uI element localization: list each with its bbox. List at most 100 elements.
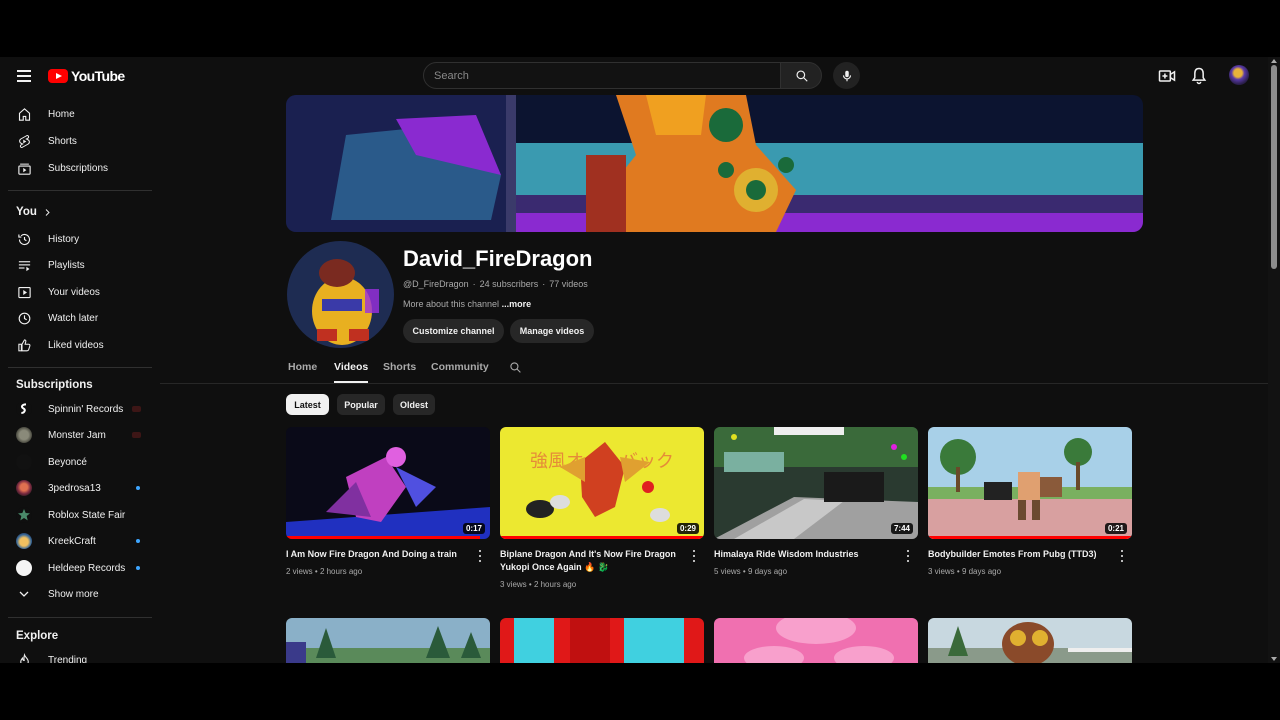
beyonce-avatar bbox=[16, 454, 32, 470]
video-thumbnail-image bbox=[286, 618, 490, 663]
video-thumbnail[interactable] bbox=[714, 618, 918, 663]
video-options-icon[interactable] bbox=[1116, 549, 1128, 563]
channel-avatar[interactable] bbox=[287, 241, 394, 348]
manage-videos-button[interactable]: Manage videos bbox=[510, 319, 594, 343]
page-scrollbar[interactable] bbox=[1268, 57, 1280, 663]
video-age: 2 hours ago bbox=[533, 580, 577, 589]
tab-home[interactable]: Home bbox=[288, 361, 317, 373]
video-options-icon[interactable] bbox=[902, 549, 914, 563]
shorts-icon bbox=[18, 134, 30, 148]
video-duration: 7:44 bbox=[890, 523, 913, 534]
sidebar-item-liked-videos[interactable]: Liked videos bbox=[8, 332, 152, 358]
channel-search-icon[interactable] bbox=[509, 361, 522, 374]
subscription-label: Beyoncé bbox=[48, 456, 87, 468]
subscription-label: Spinnin' Records bbox=[48, 403, 124, 415]
customize-channel-button[interactable]: Customize channel bbox=[403, 319, 504, 343]
guide-menu-icon[interactable] bbox=[14, 66, 34, 86]
subscription-label: KreekCraft bbox=[48, 535, 96, 547]
search-input[interactable] bbox=[424, 63, 780, 88]
watch-progress-bar bbox=[500, 536, 704, 539]
video-thumbnail[interactable] bbox=[500, 618, 704, 663]
subscription-item[interactable]: Monster Jam bbox=[8, 422, 152, 448]
3pedrosa13-avatar bbox=[16, 480, 32, 496]
video-card[interactable]: 0:21 Bodybuilder Emotes From Pubg (TTD3)… bbox=[928, 427, 1132, 576]
chip-popular[interactable]: Popular bbox=[337, 394, 385, 415]
home-icon bbox=[18, 107, 30, 121]
subscription-item[interactable]: Heldeep Records bbox=[8, 555, 152, 581]
tab-community[interactable]: Community bbox=[431, 361, 489, 373]
sidebar-item-label: Shorts bbox=[48, 135, 77, 147]
sidebar-item-your-videos[interactable]: Your videos bbox=[8, 279, 152, 305]
scrollbar-thumb[interactable] bbox=[1271, 65, 1277, 269]
trending-icon bbox=[19, 652, 29, 663]
youtube-logo[interactable]: YouTube bbox=[48, 67, 125, 85]
sidebar-you-header[interactable]: You bbox=[8, 199, 152, 225]
sidebar-item-subscriptions[interactable]: Subscriptions bbox=[8, 155, 152, 181]
tabs-divider bbox=[160, 383, 1268, 384]
video-meta: 3 views • 9 days ago bbox=[928, 567, 1002, 576]
sidebar-item-home[interactable]: Home bbox=[8, 101, 152, 127]
channel-handle: @D_FireDragon bbox=[403, 279, 469, 289]
video-views: 5 views bbox=[714, 567, 741, 576]
video-age: 9 days ago bbox=[961, 567, 1002, 576]
subscription-item[interactable]: Beyoncé bbox=[8, 449, 152, 475]
subscriber-count: 24 subscribers bbox=[479, 279, 539, 289]
sidebar-item-history[interactable]: History bbox=[8, 226, 152, 252]
subscription-item[interactable]: Roblox State Fair bbox=[8, 502, 152, 528]
voice-search-button[interactable] bbox=[833, 62, 860, 89]
sidebar-item-playlists[interactable]: Playlists bbox=[8, 252, 152, 278]
video-thumbnail-image: 強風オールバック bbox=[500, 427, 704, 539]
video-views: 3 views bbox=[928, 567, 955, 576]
sidebar-item-label: History bbox=[48, 233, 80, 245]
search-button[interactable] bbox=[780, 62, 822, 89]
video-duration: 0:29 bbox=[676, 523, 699, 534]
video-options-icon[interactable] bbox=[688, 549, 700, 563]
tab-videos[interactable]: Videos bbox=[334, 361, 368, 373]
sidebar-item-shorts[interactable]: Shorts bbox=[8, 128, 152, 154]
heldeep-records-avatar bbox=[16, 560, 32, 576]
monster-jam-avatar bbox=[16, 427, 32, 443]
video-thumbnail: 0:17 bbox=[286, 427, 490, 539]
history-icon bbox=[17, 233, 30, 245]
tab-shorts[interactable]: Shorts bbox=[383, 361, 416, 373]
video-card[interactable]: 0:17 I Am Now Fire Dragon And Doing a tr… bbox=[286, 427, 490, 576]
create-video-icon[interactable] bbox=[1157, 66, 1177, 86]
video-duration: 0:21 bbox=[1104, 523, 1127, 534]
video-options-icon[interactable] bbox=[474, 549, 486, 563]
video-views: 3 views bbox=[500, 580, 527, 589]
chip-oldest[interactable]: Oldest bbox=[393, 394, 435, 415]
sidebar: Home Shorts Subscriptions You History Pl… bbox=[0, 95, 160, 663]
subscription-item[interactable]: Spinnin' Records bbox=[8, 396, 152, 422]
video-thumbnail-image bbox=[286, 427, 490, 539]
video-card[interactable]: 強風オールバック 0:29 Biplane Dragon And It's No… bbox=[500, 427, 704, 589]
account-avatar[interactable] bbox=[1229, 65, 1249, 85]
video-card[interactable]: 7:44 Himalaya Ride Wisdom Industries 5 v… bbox=[714, 427, 918, 576]
new-content-dot-icon bbox=[136, 566, 140, 570]
sidebar-item-trending[interactable]: Trending bbox=[8, 647, 152, 663]
video-thumbnail-image bbox=[714, 427, 918, 539]
video-thumbnail[interactable] bbox=[286, 618, 490, 663]
video-thumbnail-image bbox=[714, 618, 918, 663]
video-thumbnail: 強風オールバック 0:29 bbox=[500, 427, 704, 539]
scroll-down-arrow-icon[interactable] bbox=[1271, 657, 1277, 661]
video-meta: 2 views • 2 hours ago bbox=[286, 567, 363, 576]
sidebar-item-label: Trending bbox=[48, 654, 88, 664]
new-content-dot-icon bbox=[136, 539, 140, 543]
video-thumbnail-image bbox=[500, 618, 704, 663]
sidebar-divider bbox=[8, 190, 152, 191]
subscription-item[interactable]: KreekCraft bbox=[8, 528, 152, 554]
show-more-button[interactable]: Show more bbox=[8, 581, 152, 607]
video-thumbnail-image bbox=[928, 427, 1132, 539]
channel-about-link[interactable]: More about this channel ...more bbox=[403, 299, 531, 309]
sidebar-item-watch-later[interactable]: Watch later bbox=[8, 305, 152, 331]
subscription-item[interactable]: 3pedrosa13 bbox=[8, 475, 152, 501]
chip-latest[interactable]: Latest bbox=[286, 394, 329, 415]
video-title: Biplane Dragon And It's Now Fire Dragon … bbox=[500, 549, 676, 572]
your-videos-icon bbox=[17, 286, 31, 298]
notifications-bell-icon[interactable] bbox=[1189, 66, 1209, 86]
channel-avatar-image bbox=[287, 241, 394, 348]
video-thumbnail[interactable] bbox=[928, 618, 1132, 663]
youtube-play-icon bbox=[48, 69, 68, 83]
scroll-up-arrow-icon[interactable] bbox=[1271, 59, 1277, 63]
video-age: 2 hours ago bbox=[319, 567, 363, 576]
